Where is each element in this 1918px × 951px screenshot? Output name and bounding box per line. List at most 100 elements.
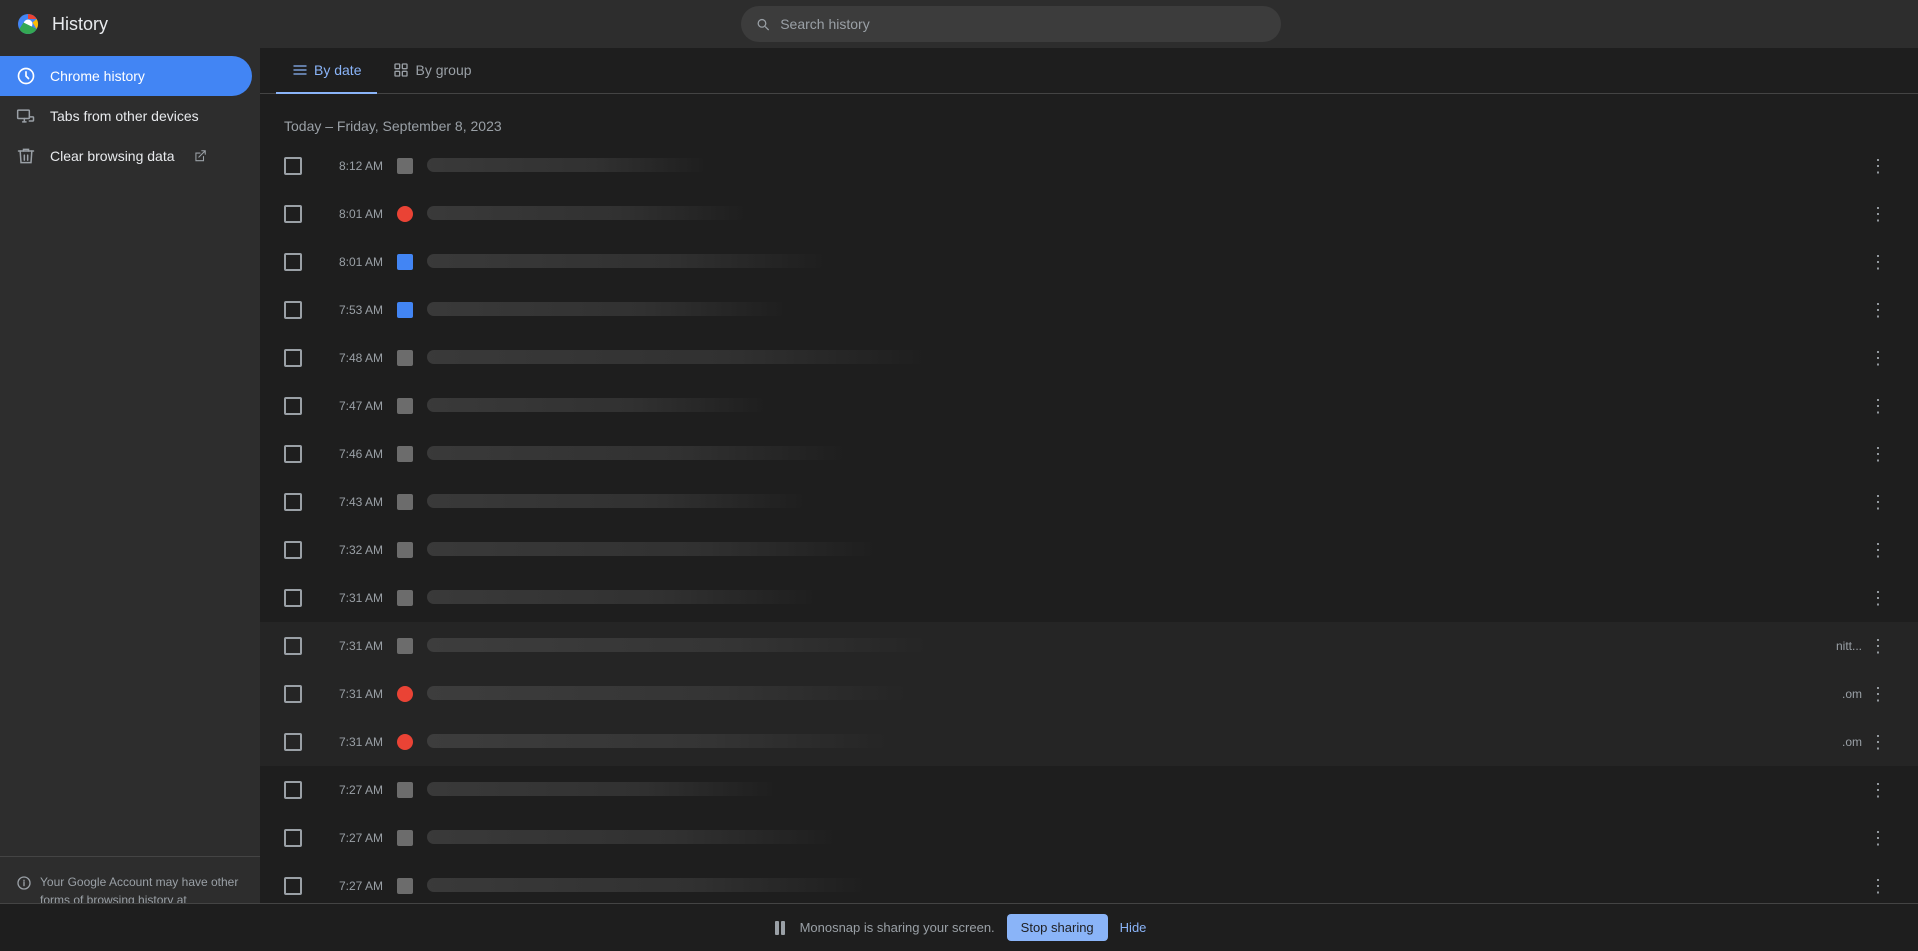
item-checkbox[interactable]	[284, 541, 302, 559]
table-row[interactable]: 7:53 AM ⋮	[260, 286, 1918, 334]
tab-by-date[interactable]: By date	[276, 48, 377, 94]
item-more-button[interactable]: ⋮	[1862, 630, 1894, 662]
item-favicon	[397, 158, 413, 174]
item-time: 7:27 AM	[318, 831, 383, 845]
item-more-button[interactable]: ⋮	[1862, 582, 1894, 614]
item-domain: .om	[1842, 687, 1862, 701]
item-favicon	[397, 206, 413, 222]
item-title[interactable]	[427, 206, 1862, 223]
item-more-button[interactable]: ⋮	[1862, 774, 1894, 806]
table-row[interactable]: 7:48 AM ⋮	[260, 334, 1918, 382]
item-favicon	[397, 542, 413, 558]
item-more-button[interactable]: ⋮	[1862, 198, 1894, 230]
item-time: 8:01 AM	[318, 207, 383, 221]
item-more-button[interactable]: ⋮	[1862, 726, 1894, 758]
tab-by-group-label: By group	[415, 62, 471, 78]
item-title[interactable]	[427, 542, 1862, 559]
item-checkbox[interactable]	[284, 829, 302, 847]
item-more-button[interactable]: ⋮	[1862, 150, 1894, 182]
item-more-button[interactable]: ⋮	[1862, 294, 1894, 326]
item-time: 7:32 AM	[318, 543, 383, 557]
item-time: 8:12 AM	[318, 159, 383, 173]
item-title[interactable]	[427, 398, 1862, 415]
item-title[interactable]	[427, 350, 1862, 367]
sidebar-item-chrome-history[interactable]: Chrome history	[0, 56, 252, 96]
table-row[interactable]: 8:01 AM ⋮	[260, 190, 1918, 238]
item-checkbox[interactable]	[284, 877, 302, 895]
item-title[interactable]	[427, 254, 1862, 271]
item-title[interactable]	[427, 734, 1834, 751]
item-more-button[interactable]: ⋮	[1862, 390, 1894, 422]
item-title[interactable]	[427, 494, 1862, 511]
item-title[interactable]	[427, 782, 1862, 799]
table-row[interactable]: 7:31 AM ⋮	[260, 574, 1918, 622]
chrome-logo-icon	[16, 12, 40, 36]
item-title[interactable]	[427, 158, 1862, 175]
clock-icon	[16, 66, 36, 86]
item-title[interactable]	[427, 638, 1828, 655]
item-favicon	[397, 494, 413, 510]
item-checkbox[interactable]	[284, 301, 302, 319]
item-favicon	[397, 734, 413, 750]
item-time: 7:31 AM	[318, 687, 383, 701]
item-domain: .om	[1842, 735, 1862, 749]
group-icon	[393, 62, 409, 78]
item-favicon	[397, 830, 413, 846]
search-input[interactable]	[780, 16, 1267, 32]
item-checkbox[interactable]	[284, 253, 302, 271]
page-title: History	[52, 14, 108, 35]
item-checkbox[interactable]	[284, 157, 302, 175]
item-more-button[interactable]: ⋮	[1862, 678, 1894, 710]
table-row[interactable]: 8:01 AM ⋮	[260, 238, 1918, 286]
item-title[interactable]	[427, 590, 1862, 607]
item-checkbox[interactable]	[284, 349, 302, 367]
table-row[interactable]: 7:27 AM ⋮	[260, 766, 1918, 814]
item-time: 7:31 AM	[318, 735, 383, 749]
hide-link[interactable]: Hide	[1120, 920, 1147, 935]
item-more-button[interactable]: ⋮	[1862, 822, 1894, 854]
item-more-button[interactable]: ⋮	[1862, 870, 1894, 902]
tab-by-group[interactable]: By group	[377, 48, 487, 94]
item-time: 7:43 AM	[318, 495, 383, 509]
item-checkbox[interactable]	[284, 637, 302, 655]
section-heading: Today – Friday, September 8, 2023	[260, 94, 1918, 142]
sidebar-chrome-history-label: Chrome history	[50, 68, 145, 84]
item-more-button[interactable]: ⋮	[1862, 438, 1894, 470]
item-title[interactable]	[427, 302, 1862, 319]
table-row[interactable]: 7:31 AM nitt... ⋮	[260, 622, 1918, 670]
search-bar[interactable]	[741, 6, 1281, 42]
item-checkbox[interactable]	[284, 445, 302, 463]
table-row[interactable]: 7:31 AM .om ⋮	[260, 718, 1918, 766]
table-row[interactable]: 7:43 AM ⋮	[260, 478, 1918, 526]
item-favicon	[397, 350, 413, 366]
item-time: 8:01 AM	[318, 255, 383, 269]
table-row[interactable]: 7:27 AM ⋮	[260, 814, 1918, 862]
item-more-button[interactable]: ⋮	[1862, 486, 1894, 518]
table-row[interactable]: 7:32 AM ⋮	[260, 526, 1918, 574]
item-title[interactable]	[427, 686, 1834, 703]
sidebar-tabs-other-devices-label: Tabs from other devices	[50, 108, 199, 124]
search-icon	[755, 16, 770, 32]
item-checkbox[interactable]	[284, 205, 302, 223]
sidebar-item-tabs-other-devices[interactable]: Tabs from other devices	[0, 96, 252, 136]
item-checkbox[interactable]	[284, 781, 302, 799]
stop-sharing-button[interactable]: Stop sharing	[1007, 914, 1108, 941]
item-checkbox[interactable]	[284, 589, 302, 607]
item-checkbox[interactable]	[284, 397, 302, 415]
item-checkbox[interactable]	[284, 493, 302, 511]
item-more-button[interactable]: ⋮	[1862, 534, 1894, 566]
item-title[interactable]	[427, 878, 1862, 895]
table-row[interactable]: 8:12 AM ⋮	[260, 142, 1918, 190]
table-row[interactable]: 7:31 AM .om ⋮	[260, 670, 1918, 718]
item-more-button[interactable]: ⋮	[1862, 246, 1894, 278]
item-checkbox[interactable]	[284, 685, 302, 703]
table-row[interactable]: 7:47 AM ⋮	[260, 382, 1918, 430]
sidebar-item-clear-browsing-data[interactable]: Clear browsing data	[0, 136, 252, 176]
table-row[interactable]: 7:46 AM ⋮	[260, 430, 1918, 478]
item-checkbox[interactable]	[284, 733, 302, 751]
item-title[interactable]	[427, 446, 1862, 463]
item-title[interactable]	[427, 830, 1862, 847]
item-favicon	[397, 782, 413, 798]
item-time: 7:27 AM	[318, 783, 383, 797]
item-more-button[interactable]: ⋮	[1862, 342, 1894, 374]
